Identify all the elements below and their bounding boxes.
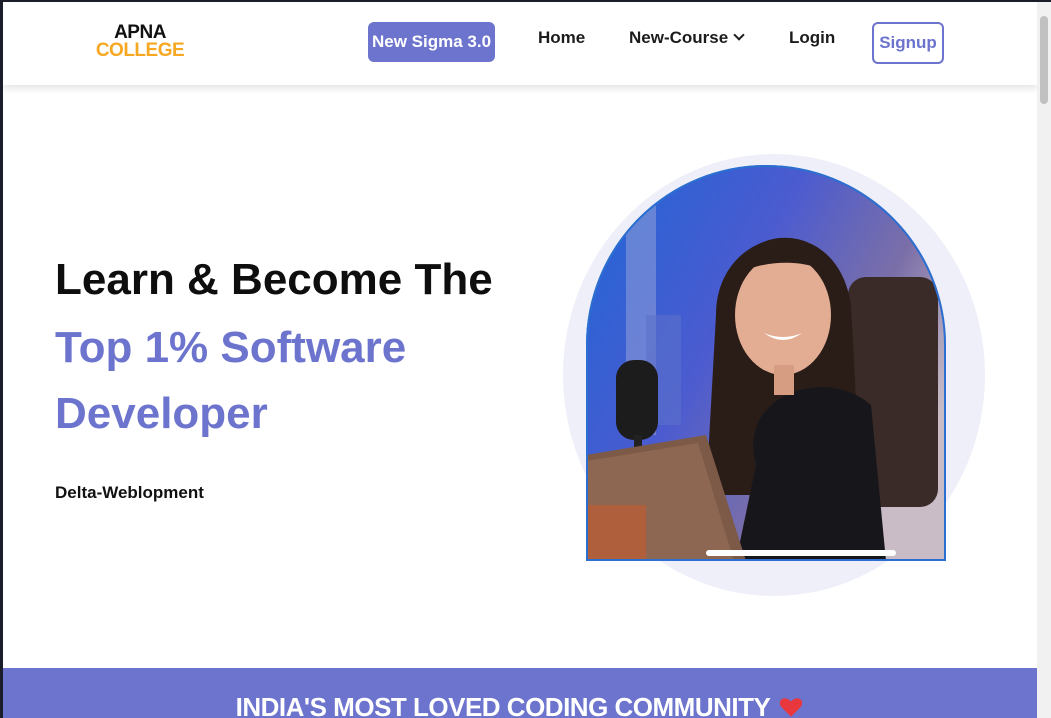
nav-login-link[interactable]: Login [789, 28, 835, 48]
page-viewport: APNA COLLEGE New Sigma 3.0 Home New-Cour… [3, 2, 1037, 718]
hero-subtitle: Delta-Weblopment [55, 483, 204, 502]
signup-button[interactable]: Signup [872, 22, 944, 64]
heart-icon [780, 698, 803, 717]
nav-home-link[interactable]: Home [538, 28, 585, 48]
hero-heading-line1: Learn & Become The [55, 255, 493, 304]
scrollbar-thumb[interactable] [1040, 16, 1048, 104]
community-banner-text: INDIA'S MOST LOVED CODING COMMUNITY [3, 692, 1037, 718]
nav-new-course-label: New-Course [629, 28, 729, 47]
navbar: APNA COLLEGE New Sigma 3.0 Home New-Cour… [3, 2, 1037, 85]
hero-heading-line3: Developer [55, 389, 268, 438]
community-banner: INDIA'S MOST LOVED CODING COMMUNITY [3, 668, 1037, 718]
hero-instructor-photo [586, 165, 946, 561]
logo[interactable]: APNA COLLEGE [95, 23, 185, 61]
chevron-down-icon [733, 29, 745, 41]
nav-new-course-dropdown[interactable]: New-Course [629, 28, 745, 48]
hero-heading-line2: Top 1% Software [55, 323, 407, 372]
new-sigma-button[interactable]: New Sigma 3.0 [368, 22, 495, 62]
logo-line-college: COLLEGE [95, 40, 185, 61]
page-scrollbar[interactable] [1037, 2, 1051, 718]
community-banner-title: INDIA'S MOST LOVED CODING COMMUNITY [235, 692, 771, 718]
